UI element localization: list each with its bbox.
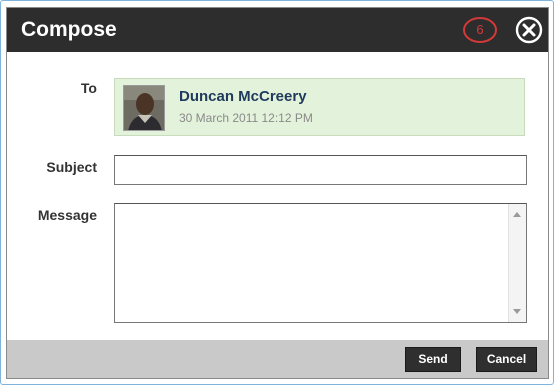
recipient-name: Duncan McCreery bbox=[179, 88, 307, 105]
dialog-footer: Send Cancel bbox=[7, 340, 548, 378]
message-textarea[interactable] bbox=[115, 204, 508, 322]
scroll-down-arrow-icon[interactable] bbox=[513, 309, 521, 314]
close-button[interactable] bbox=[515, 16, 543, 44]
badge-number: 6 bbox=[476, 22, 484, 37]
to-label: To bbox=[80, 80, 97, 96]
window-frame: Compose 6 To Duncan McCreery 30 March 20… bbox=[0, 0, 554, 385]
user-photo-icon bbox=[124, 86, 164, 130]
recipient-card: Duncan McCreery 30 March 2011 12:12 PM bbox=[114, 78, 525, 136]
cancel-button[interactable]: Cancel bbox=[476, 347, 537, 372]
send-button[interactable]: Send bbox=[405, 347, 461, 372]
message-label: Message bbox=[37, 207, 97, 223]
dialog-title: Compose bbox=[21, 18, 117, 41]
message-field bbox=[114, 203, 527, 323]
subject-input[interactable] bbox=[114, 155, 527, 185]
message-scrollbar[interactable] bbox=[508, 204, 526, 322]
scroll-up-arrow-icon[interactable] bbox=[513, 212, 521, 217]
dialog-titlebar: Compose 6 bbox=[7, 8, 548, 52]
compose-dialog: Compose 6 To Duncan McCreery 30 March 20… bbox=[6, 7, 549, 379]
step-badge: 6 bbox=[461, 15, 499, 45]
subject-label: Subject bbox=[46, 159, 97, 175]
avatar bbox=[123, 85, 165, 131]
recipient-date: 30 March 2011 12:12 PM bbox=[179, 111, 313, 125]
close-circle-icon bbox=[515, 16, 543, 44]
